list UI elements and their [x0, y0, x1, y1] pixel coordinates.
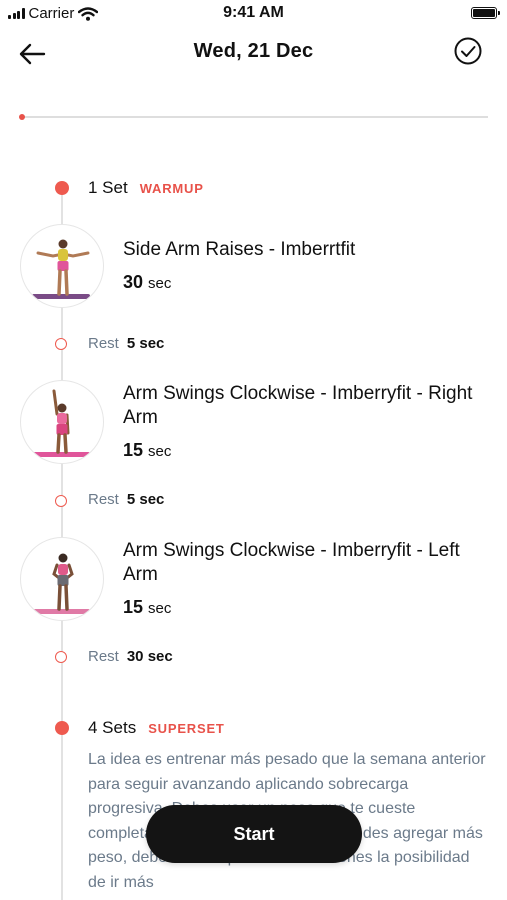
rest-marker [55, 338, 67, 350]
rest-row: Rest 5 sec [88, 491, 164, 508]
set-header: 4 Sets SUPERSET [88, 718, 225, 738]
page-title: Wed, 21 Dec [193, 40, 314, 62]
set-marker [55, 181, 69, 195]
workout-progress-bar [19, 114, 488, 120]
duration-value: 15 [123, 597, 144, 617]
rest-label: Rest [88, 335, 119, 352]
rest-value: 5 sec [126, 491, 165, 508]
rest-value: 30 sec [126, 648, 173, 665]
exercise-figure-icon [32, 553, 90, 614]
rest-row: Rest 5 sec [88, 335, 164, 352]
set-marker [55, 721, 69, 735]
exercise-name[interactable]: Arm Swings Clockwise - Imberryfit - Left… [123, 539, 493, 587]
battery-icon [471, 7, 500, 19]
set-count: 1 Set [88, 178, 128, 197]
duration-unit: sec [148, 443, 172, 460]
exercise-figure-icon [32, 389, 90, 457]
exercise-thumbnail[interactable] [20, 537, 104, 621]
exercise-name[interactable]: Arm Swings Clockwise - Imberryfit - Righ… [123, 382, 493, 430]
set-tag: SUPERSET [148, 721, 225, 736]
set-tag: WARMUP [139, 181, 204, 196]
set-count: 4 Sets [88, 718, 137, 737]
rest-value: 5 sec [126, 335, 165, 352]
rest-marker [55, 495, 67, 507]
set-header: 1 Set WARMUP [88, 178, 204, 198]
status-bar: Carrier 9:41 AM [0, 0, 507, 28]
duration-value: 15 [123, 440, 144, 460]
exercise-thumbnail[interactable] [20, 224, 104, 308]
duration-value: 30 [123, 272, 144, 292]
header: Wed, 21 Dec [0, 30, 507, 76]
rest-marker [55, 651, 67, 663]
rest-label: Rest [88, 648, 119, 665]
start-button[interactable]: Start [146, 805, 362, 863]
rest-label: Rest [88, 491, 119, 508]
exercise-duration: 15 sec [123, 597, 171, 618]
exercise-name[interactable]: Side Arm Raises - Imberrtfit [123, 238, 493, 262]
status-time: 9:41 AM [223, 4, 284, 21]
progress-indicator [19, 114, 25, 120]
exercise-thumbnail[interactable] [20, 380, 104, 464]
duration-unit: sec [148, 275, 172, 292]
exercise-duration: 15 sec [123, 440, 171, 461]
exercise-figure-icon [32, 239, 90, 299]
duration-unit: sec [148, 600, 172, 617]
rest-row: Rest 30 sec [88, 648, 173, 665]
exercise-duration: 30 sec [123, 272, 171, 293]
check-circle-icon[interactable] [453, 36, 483, 66]
